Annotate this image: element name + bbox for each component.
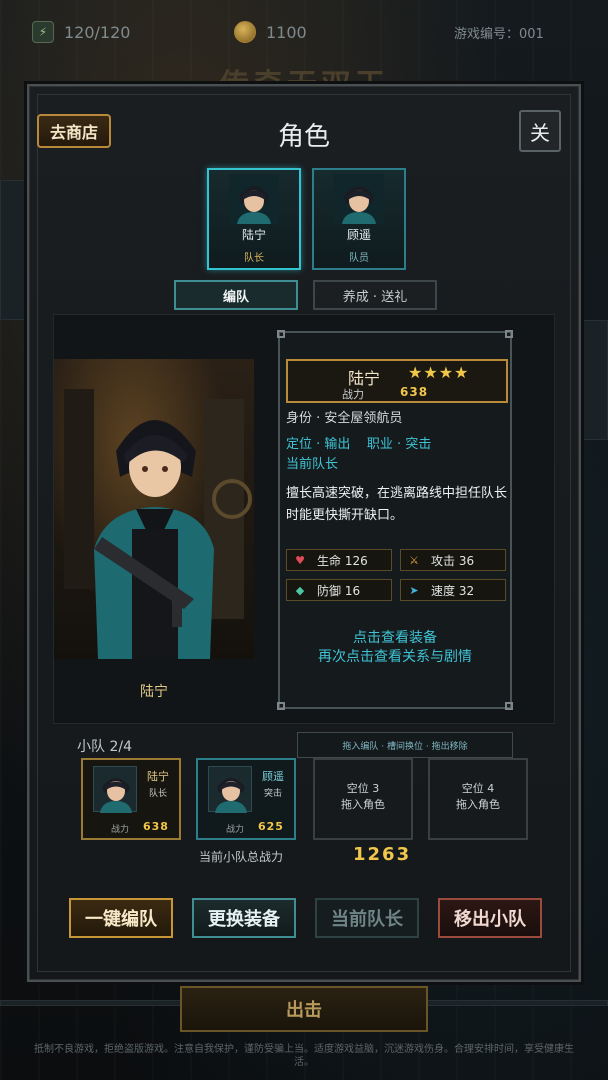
character-tab-guyao[interactable]: 顾遥 队员 [312, 168, 406, 270]
current-leader-button[interactable]: 当前队长 [315, 898, 419, 938]
top-bar: ⚡ 120/120 1100 游戏编号：001 [0, 0, 608, 62]
portrait-name: 陆宁 [140, 684, 168, 700]
swords-icon: ⚔ [409, 553, 419, 567]
character-position-job: 定位 · 输出 职业 · 突击 [286, 437, 432, 452]
heart-icon: ♥ [295, 553, 305, 567]
combat-power-value: 638 [400, 385, 429, 399]
auto-formation-button[interactable]: 一键编队 [69, 898, 173, 938]
squad-count-label: 小队 2/4 [77, 739, 132, 755]
squad-total-value: 1263 [353, 844, 412, 865]
close-button[interactable]: 关 [519, 110, 561, 152]
character-name-header: 陆宁 ★★★★ 战力 638 [286, 359, 508, 403]
tab-training-gifts[interactable]: 养成 · 送礼 [313, 280, 437, 310]
character-portrait-art [64, 389, 252, 659]
bg-wall-left [0, 180, 26, 320]
empty-slot-title: 空位 4 [461, 782, 495, 795]
combat-power-label: 战力 [342, 388, 364, 401]
stat-hp-text: 生命 126 [317, 553, 368, 568]
coin-value: 1100 [266, 22, 307, 42]
slot-cp-value: 638 [143, 820, 169, 833]
stat-defense: ◆ 防御 16 [286, 579, 392, 601]
squad-slot-2[interactable]: 顾遥 突击 战力 625 [196, 758, 296, 840]
corner-deco [505, 702, 513, 710]
arrow-icon: ➤ [409, 583, 419, 597]
slot-avatar [208, 766, 252, 813]
corner-deco [277, 330, 285, 338]
character-panel: 去商店 角色 关 陆宁 队长 顾遥 队员 编队 养成 · 送礼 陆宁 陆宁 ★★… [27, 84, 581, 982]
energy-value: 120/120 [64, 22, 131, 42]
stat-attack-text: 攻击 36 [431, 553, 475, 568]
stat-defense-text: 防御 16 [317, 583, 361, 598]
slot-role: 突击 [264, 789, 283, 799]
info-hint: 点击查看装备 再次点击查看关系与剧情 [280, 629, 510, 667]
character-tab-luning[interactable]: 陆宁 队长 [207, 168, 301, 270]
squad-slot-4-empty[interactable]: 空位 4 拖入角色 [428, 758, 528, 840]
stat-speed-text: 速度 32 [431, 583, 475, 598]
squad-slot-1[interactable]: 陆宁 队长 战力 638 [81, 758, 181, 840]
stat-speed: ➤ 速度 32 [400, 579, 506, 601]
squad-total-label: 当前小队总战力 [199, 850, 284, 864]
squad-slot-3-empty[interactable]: 空位 3 拖入角色 [313, 758, 413, 840]
character-tab-role: 队长 [244, 253, 264, 264]
star-rating: ★★★★ [408, 363, 470, 382]
character-status: 当前队长 [286, 457, 339, 472]
energy-icon: ⚡ [32, 21, 54, 43]
stat-attack: ⚔ 攻击 36 [400, 549, 506, 571]
game-id-text: 游戏编号：001 [454, 26, 544, 42]
character-detail-card: 陆宁 陆宁 ★★★★ 战力 638 身份 · 安全屋领航员 定位 · 输出 职业… [53, 314, 555, 724]
health-notice: 抵制不良游戏，拒绝盗版游戏。注意自我保护，谨防受骗上当。适度游戏益脑，沉迷游戏伤… [34, 1044, 574, 1068]
character-tab-name: 顾遥 [346, 228, 371, 242]
character-identity: 身份 · 安全屋领航员 [286, 411, 403, 426]
stat-hp: ♥ 生命 126 [286, 549, 392, 571]
change-equipment-button[interactable]: 更换装备 [192, 898, 296, 938]
game-id: 游戏编号：001 [454, 20, 544, 44]
corner-deco [505, 330, 513, 338]
bg-wall-right [582, 320, 608, 440]
character-tab-role: 队员 [349, 253, 369, 264]
shield-icon: ◆ [295, 583, 305, 597]
tab-formation[interactable]: 编队 [174, 280, 298, 310]
empty-slot-hint: 拖入角色 [456, 798, 500, 811]
slot-name: 陆宁 [147, 770, 169, 783]
character-avatar [334, 174, 384, 224]
corner-deco [277, 702, 285, 710]
character-tab-name: 陆宁 [241, 228, 266, 242]
slot-role: 队长 [149, 789, 168, 799]
drag-hint: 拖入编队 · 槽间换位 · 拖出移除 [297, 732, 513, 758]
energy-display: ⚡ 120/120 [32, 20, 130, 44]
character-portrait[interactable] [54, 359, 254, 659]
coin-display: 1100 [234, 20, 307, 44]
hint-equipment: 点击查看装备 [353, 630, 437, 646]
empty-slot-hint: 拖入角色 [341, 798, 385, 811]
character-info-box[interactable]: 陆宁 ★★★★ 战力 638 身份 · 安全屋领航员 定位 · 输出 职业 · … [277, 330, 513, 710]
slot-avatar [93, 766, 137, 813]
hint-relationship: 再次点击查看关系与剧情 [318, 649, 472, 665]
character-avatar [229, 174, 279, 224]
slot-cp-value: 625 [258, 820, 284, 833]
panel-title: 角色 [277, 122, 330, 152]
slot-cp-label: 战力 [111, 825, 130, 835]
slot-name: 顾遥 [262, 770, 284, 783]
slot-cp-label: 战力 [226, 825, 245, 835]
remove-from-squad-button[interactable]: 移出小队 [438, 898, 542, 938]
attack-button[interactable]: 出击 [180, 986, 428, 1032]
coin-icon [234, 21, 256, 43]
empty-slot-title: 空位 3 [346, 782, 380, 795]
character-description: 擅长高速突破，在逃离路线中担任队长时能更快撕开缺口。 [286, 486, 508, 523]
